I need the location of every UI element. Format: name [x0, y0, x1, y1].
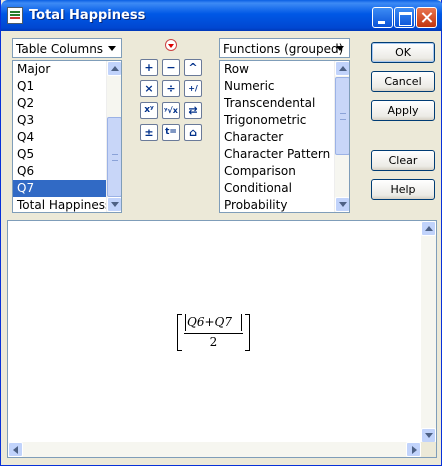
formula-numerator[interactable]: Q6+Q7: [187, 315, 232, 329]
list-item[interactable]: Trigonometric: [220, 112, 349, 129]
scroll-down-icon[interactable]: [335, 197, 349, 212]
editor-horizontal-scrollbar[interactable]: [8, 442, 421, 457]
list-item-selected[interactable]: Q7: [13, 180, 121, 197]
scroll-thumb[interactable]: [335, 77, 349, 155]
columns-scrollbar[interactable]: [106, 61, 121, 212]
scroll-down-icon[interactable]: [107, 197, 121, 212]
list-item[interactable]: Probability: [220, 197, 349, 212]
scroll-up-icon[interactable]: [107, 61, 121, 76]
columns-dropdown-label: Table Columns: [16, 42, 104, 56]
assign-icon[interactable]: t=: [162, 124, 180, 141]
list-item[interactable]: Numeric: [220, 78, 349, 95]
scroll-right-icon[interactable]: [406, 442, 421, 457]
scrollbar-corner: [421, 442, 436, 457]
add-icon[interactable]: +: [140, 59, 158, 76]
cancel-button[interactable]: Cancel: [371, 71, 435, 92]
editor-vertical-scrollbar[interactable]: [421, 221, 436, 443]
list-item[interactable]: Transcendental: [220, 95, 349, 112]
apply-button[interactable]: Apply: [371, 100, 435, 121]
scroll-up-icon[interactable]: [335, 61, 349, 76]
functions-dropdown-label: Functions (grouped): [223, 42, 344, 56]
scroll-up-icon[interactable]: [421, 221, 436, 236]
chevron-down-icon: [104, 40, 120, 56]
list-item[interactable]: Q6: [13, 163, 121, 180]
app-icon: [7, 7, 23, 24]
title-bar[interactable]: Total Happiness: [1, 0, 442, 31]
scroll-down-icon[interactable]: [421, 428, 436, 443]
multiply-icon[interactable]: ×: [140, 80, 158, 97]
columns-dropdown[interactable]: Table Columns: [12, 38, 122, 58]
functions-list[interactable]: Row Numeric Transcendental Trigonometric…: [219, 60, 350, 213]
columns-list[interactable]: Major Q1 Q2 Q3 Q4 Q5 Q6 Q7 Total Happine…: [12, 60, 122, 213]
formula-denominator[interactable]: 2: [177, 335, 250, 349]
peel-icon[interactable]: ⌂: [184, 124, 202, 141]
list-item[interactable]: Total Happiness: [13, 197, 121, 212]
caret-up-icon[interactable]: ^: [184, 59, 202, 76]
list-item[interactable]: Conditional: [220, 180, 349, 197]
plus-minus-icon[interactable]: ±: [140, 124, 158, 141]
list-item[interactable]: Major: [13, 61, 121, 78]
functions-scrollbar[interactable]: [334, 61, 349, 212]
power-icon[interactable]: xʸ: [140, 102, 158, 119]
subtract-icon[interactable]: −: [162, 59, 180, 76]
list-item[interactable]: Q4: [13, 129, 121, 146]
divide-icon[interactable]: ÷: [162, 80, 180, 97]
keypad-toggle-icon[interactable]: [165, 39, 177, 51]
functions-dropdown[interactable]: Functions (grouped): [219, 38, 350, 58]
list-item[interactable]: Q2: [13, 95, 121, 112]
ok-button[interactable]: OK: [371, 42, 435, 63]
list-item[interactable]: Q1: [13, 78, 121, 95]
list-item[interactable]: Character: [220, 129, 349, 146]
chevron-down-icon: [332, 40, 348, 56]
list-item[interactable]: Q3: [13, 112, 121, 129]
fraction-bar: [184, 333, 243, 334]
formula-expression[interactable]: Q6+Q7 2: [177, 314, 250, 351]
list-item[interactable]: Q5: [13, 146, 121, 163]
swap-icon[interactable]: ⇄: [184, 102, 202, 119]
scroll-left-icon[interactable]: [8, 442, 23, 457]
help-button[interactable]: Help: [371, 179, 435, 200]
list-item[interactable]: Character Pattern: [220, 146, 349, 163]
scroll-thumb[interactable]: [107, 117, 121, 197]
clear-button[interactable]: Clear: [371, 150, 435, 171]
list-item[interactable]: Comparison: [220, 163, 349, 180]
list-item[interactable]: Row: [220, 61, 349, 78]
close-button[interactable]: [416, 7, 437, 28]
negate-icon[interactable]: +/−: [184, 80, 202, 108]
formula-editor-window: Total Happiness Table Columns Major Q1 Q…: [0, 0, 442, 466]
window-title: Total Happiness: [29, 8, 146, 23]
root-icon[interactable]: ʸ√x: [162, 102, 180, 119]
minimize-button[interactable]: [372, 7, 393, 28]
maximize-button[interactable]: [394, 7, 415, 28]
